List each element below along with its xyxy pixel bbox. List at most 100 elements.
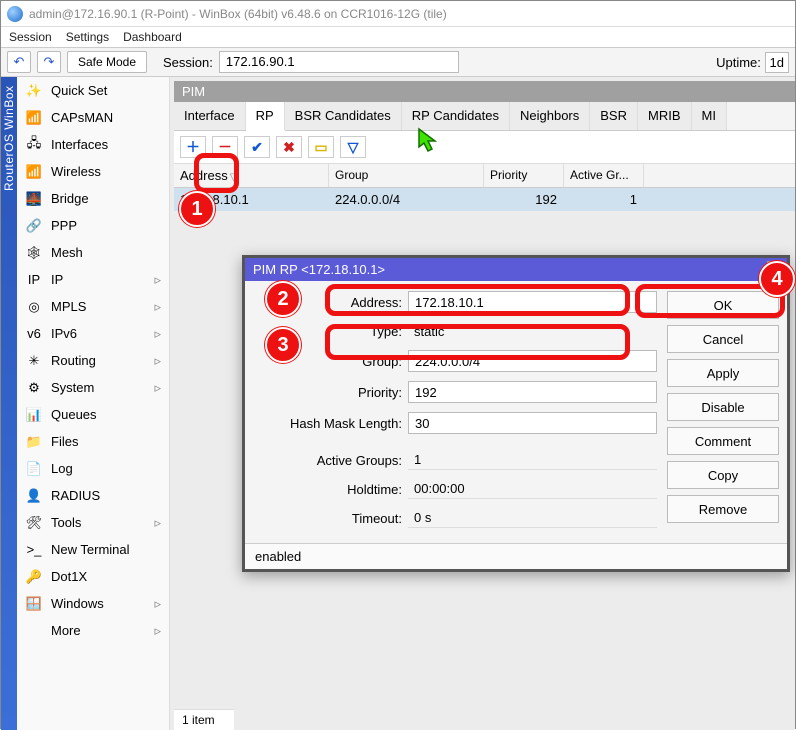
cell-address: 172.18.10.1 xyxy=(174,188,329,211)
uptime-label: Uptime: 1d xyxy=(716,55,789,70)
undo-button[interactable]: ↶ xyxy=(7,51,31,73)
nav-label: CAPsMAN xyxy=(51,110,113,125)
nav-icon: 📊 xyxy=(25,408,43,422)
enable-button[interactable]: ✔ xyxy=(244,136,270,158)
menubar: Session Settings Dashboard xyxy=(1,27,795,47)
sidebar-item-new-terminal[interactable]: >_ New Terminal xyxy=(17,536,169,563)
nav-icon: 📁 xyxy=(25,435,43,449)
sidebar-item-dot1x[interactable]: 🔑Dot1X xyxy=(17,563,169,590)
label-type: Type: xyxy=(253,324,408,339)
sidebar-item-system[interactable]: ⚙System▹ xyxy=(17,374,169,401)
col-group[interactable]: Group xyxy=(329,164,484,187)
sidebar-item-interfaces[interactable]: 🖧Interfaces xyxy=(17,131,169,158)
nav-label: New Terminal xyxy=(51,542,130,557)
tab-mrib[interactable]: MRIB xyxy=(638,102,692,130)
nav-label: Routing xyxy=(51,353,96,368)
sidebar-item-radius[interactable]: 👤RADIUS xyxy=(17,482,169,509)
sidebar-item-files[interactable]: 📁Files xyxy=(17,428,169,455)
col-priority[interactable]: Priority xyxy=(484,164,564,187)
remove-dlg-button[interactable]: Remove xyxy=(667,495,779,523)
input-group[interactable] xyxy=(408,350,657,372)
dialog-min-icon[interactable] xyxy=(767,261,783,275)
menu-session[interactable]: Session xyxy=(9,30,52,44)
nav-label: Wireless xyxy=(51,164,101,179)
sidebar-item-log[interactable]: 📄 Log xyxy=(17,455,169,482)
menu-dashboard[interactable]: Dashboard xyxy=(123,30,182,44)
session-value[interactable]: 172.16.90.1 xyxy=(219,51,459,73)
sidebar-brand-strip: RouterOS WinBox xyxy=(1,77,17,730)
filter-button[interactable]: ▽ xyxy=(340,136,366,158)
sidebar-item-windows[interactable]: 🪟Windows▹ xyxy=(17,590,169,617)
submenu-arrow-icon: ▹ xyxy=(154,515,161,531)
nav-icon: 🛠 xyxy=(25,516,43,530)
nav-label: Log xyxy=(51,461,73,476)
submenu-arrow-icon: ▹ xyxy=(154,299,161,315)
tab-bsr[interactable]: BSR xyxy=(590,102,638,130)
nav-icon: 📄 xyxy=(25,462,43,476)
sidebar-item-ipv6[interactable]: v6IPv6▹ xyxy=(17,320,169,347)
comment-dlg-button[interactable]: Comment xyxy=(667,427,779,455)
sidebar-item-tools[interactable]: 🛠 Tools ▹ xyxy=(17,509,169,536)
panel-toolbar: ＋ － ✔ ✖ ▭ ▽ xyxy=(174,131,795,164)
col-address[interactable]: Address▽ xyxy=(174,164,329,187)
safe-mode-button[interactable]: Safe Mode xyxy=(67,51,147,73)
copy-button[interactable]: Copy xyxy=(667,461,779,489)
remove-button[interactable]: － xyxy=(212,136,238,158)
cancel-button[interactable]: Cancel xyxy=(667,325,779,353)
col-active-groups[interactable]: Active Gr... xyxy=(564,164,644,187)
nav-label: Tools xyxy=(51,515,81,530)
sidebar-item-routing[interactable]: ✳Routing▹ xyxy=(17,347,169,374)
winbox-logo-icon xyxy=(7,6,23,22)
disable-dlg-button[interactable]: Disable xyxy=(667,393,779,421)
submenu-arrow-icon: ▹ xyxy=(154,326,161,342)
value-type: static xyxy=(408,322,657,341)
input-hash[interactable] xyxy=(408,412,657,434)
sidebar-item-ip[interactable]: IPIP▹ xyxy=(17,266,169,293)
sidebar-item-mesh[interactable]: 🕸Mesh xyxy=(17,239,169,266)
cell-priority: 192 xyxy=(484,188,564,211)
dialog-title[interactable]: PIM RP <172.18.10.1> xyxy=(245,258,787,281)
tab-interface[interactable]: Interface xyxy=(174,102,246,130)
add-button[interactable]: ＋ xyxy=(180,136,206,158)
sidebar-item-queues[interactable]: 📊Queues xyxy=(17,401,169,428)
sidebar-item-capsman[interactable]: 📶CAPsMAN xyxy=(17,104,169,131)
sidebar-item-wireless[interactable]: 📶 Wireless xyxy=(17,158,169,185)
dialog-form: Address: Type:static Group: Priority: Ha… xyxy=(253,291,657,537)
tab-mi[interactable]: MI xyxy=(692,102,727,130)
nav-icon: ◎ xyxy=(25,300,43,314)
nav-icon: 🪟 xyxy=(25,597,43,611)
submenu-arrow-icon: ▹ xyxy=(154,353,161,369)
tab-rp[interactable]: RP xyxy=(246,102,285,131)
label-group: Group: xyxy=(253,354,408,369)
nav-icon: IP xyxy=(25,273,43,287)
cell-active: 1 xyxy=(564,188,644,211)
nav-label: IPv6 xyxy=(51,326,77,341)
sidebar-item-quick-set[interactable]: ✨Quick Set xyxy=(17,77,169,104)
nav-label: Interfaces xyxy=(51,137,108,152)
submenu-arrow-icon: ▹ xyxy=(154,380,161,396)
nav-label: Quick Set xyxy=(51,83,107,98)
sidebar-item-ppp[interactable]: 🔗PPP xyxy=(17,212,169,239)
session-label: Session: xyxy=(163,55,213,70)
menu-settings[interactable]: Settings xyxy=(66,30,109,44)
tab-bsr-candidates[interactable]: BSR Candidates xyxy=(285,102,402,130)
nav-icon: >_ xyxy=(25,543,43,557)
nav-label: Windows xyxy=(51,596,104,611)
sidebar-item-mpls[interactable]: ◎MPLS▹ xyxy=(17,293,169,320)
ok-button[interactable]: OK xyxy=(667,291,779,319)
nav-icon xyxy=(25,624,43,638)
redo-button[interactable]: ↷ xyxy=(37,51,61,73)
nav-list: ✨Quick Set📶CAPsMAN🖧Interfaces 📶 Wireless 🌉B… xyxy=(17,77,169,730)
tab-neighbors[interactable]: Neighbors xyxy=(510,102,590,130)
apply-button[interactable]: Apply xyxy=(667,359,779,387)
tab-rp-candidates[interactable]: RP Candidates xyxy=(402,102,510,130)
label-hash: Hash Mask Length: xyxy=(253,416,408,431)
table-row[interactable]: 172.18.10.1 224.0.0.0/4 192 1 xyxy=(174,188,795,211)
nav-icon: 📶 xyxy=(25,165,43,179)
sidebar-item-bridge[interactable]: 🌉Bridge xyxy=(17,185,169,212)
input-priority[interactable] xyxy=(408,381,657,403)
input-address[interactable] xyxy=(408,291,657,313)
sidebar-item-more[interactable]: More▹ xyxy=(17,617,169,644)
comment-button[interactable]: ▭ xyxy=(308,136,334,158)
disable-button[interactable]: ✖ xyxy=(276,136,302,158)
